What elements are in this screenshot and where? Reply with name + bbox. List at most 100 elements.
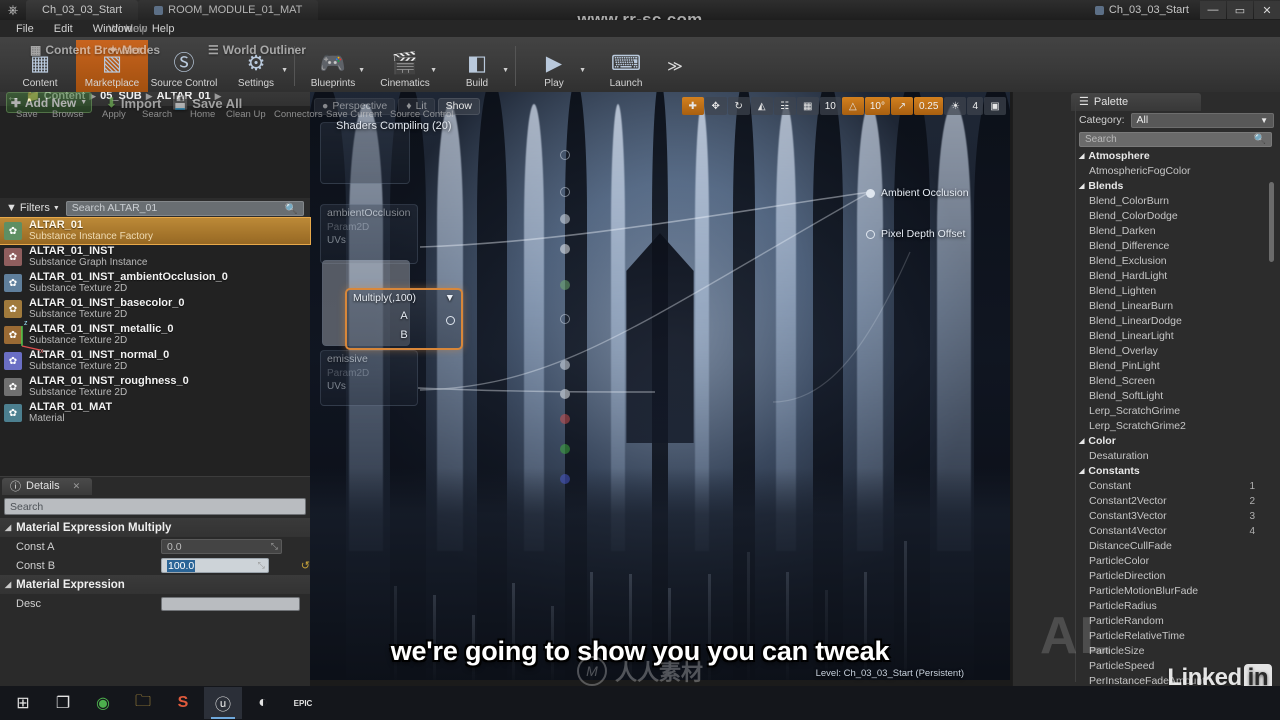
- palette-item[interactable]: Constant4Vector 4: [1079, 524, 1269, 539]
- palette-item[interactable]: Blend_ColorDodge: [1079, 209, 1269, 224]
- sub-browse[interactable]: Browse: [52, 109, 84, 120]
- graph-pin-dot[interactable]: [560, 360, 570, 370]
- graph-pin-dot[interactable]: [560, 280, 570, 290]
- tab-details[interactable]: ⓘ Details ✕: [2, 478, 92, 495]
- project-tab[interactable]: Ch_03_03_Start: [26, 0, 138, 20]
- palette-item[interactable]: Blend_PinLight: [1079, 359, 1269, 374]
- task-view-button[interactable]: ❐: [44, 687, 82, 719]
- grid-snap-icon[interactable]: ▦: [797, 97, 819, 115]
- graph-pin-dot[interactable]: [560, 444, 570, 454]
- palette-item[interactable]: DistanceCullFade: [1079, 539, 1269, 554]
- scale-snap-value[interactable]: 0.25: [914, 97, 943, 115]
- output-pin-ambient-occlusion[interactable]: Ambient Occlusion: [866, 187, 969, 199]
- angle-snap-icon[interactable]: △: [842, 97, 864, 115]
- reset-to-default-icon[interactable]: ↺: [301, 559, 310, 572]
- sub-save-current[interactable]: Save Current: [326, 109, 382, 120]
- scale-snap-icon[interactable]: ↗: [891, 97, 913, 115]
- palette-item[interactable]: Blend_Lighten: [1079, 284, 1269, 299]
- asset-list-item[interactable]: ✿ ALTAR_01_MAT Material: [0, 400, 310, 426]
- palette-item[interactable]: ParticleMotionBlurFade: [1079, 584, 1269, 599]
- graph-node-ambient-occlusion[interactable]: ambientOcclusion Param2D UVs: [320, 204, 418, 264]
- minimize-button[interactable]: —: [1200, 1, 1226, 19]
- palette-item[interactable]: Constant2Vector 2: [1079, 494, 1269, 509]
- toolbar-button-play[interactable]: ▶ Play ▼: [518, 40, 590, 92]
- category-select[interactable]: All ▼: [1131, 113, 1274, 128]
- tab-palette[interactable]: ☰ Palette: [1071, 93, 1201, 111]
- palette-group-header[interactable]: ◢ Constants: [1079, 464, 1269, 479]
- palette-item[interactable]: Lerp_ScratchGrime: [1079, 404, 1269, 419]
- desc-input[interactable]: [161, 597, 300, 611]
- palette-group-header[interactable]: ◢ Color: [1079, 434, 1269, 449]
- material-graph-overlay[interactable]: ambientOcclusion Param2D UVs emissive Pa…: [310, 92, 1010, 680]
- palette-item[interactable]: ParticleColor: [1079, 554, 1269, 569]
- multiply-input-a[interactable]: A: [347, 310, 461, 322]
- rotation-snap-value[interactable]: 10°: [865, 97, 890, 115]
- media-player-icon[interactable]: ◐: [244, 687, 282, 719]
- asset-list-item[interactable]: ✿ ALTAR_01 Substance Instance Factory: [0, 218, 310, 244]
- palette-item[interactable]: ParticleDirection: [1079, 569, 1269, 584]
- multiply-output-pin[interactable]: [446, 312, 455, 330]
- spinner-icon[interactable]: ⤡: [271, 541, 278, 552]
- output-pin-pixel-depth-offset[interactable]: Pixel Depth Offset: [866, 228, 965, 240]
- graph-pin-dot[interactable]: [560, 314, 570, 324]
- palette-item[interactable]: Constant3Vector 3: [1079, 509, 1269, 524]
- palette-item[interactable]: Blend_LinearLight: [1079, 329, 1269, 344]
- tab-modes[interactable]: ✦ Modes: [108, 43, 160, 57]
- asset-list-item[interactable]: ✿ ALTAR_01_INST_ambientOcclusion_0 Substan…: [0, 270, 310, 296]
- tab-world-outliner[interactable]: ☰ World Outliner: [208, 43, 306, 57]
- palette-item[interactable]: ParticleRelativeTime: [1079, 629, 1269, 644]
- palette-item[interactable]: Blend_LinearDodge: [1079, 314, 1269, 329]
- sub-cleanup[interactable]: Clean Up: [226, 109, 266, 120]
- palette-list[interactable]: ◢ Atmosphere AtmosphericFogColor ◢ Blends Ble…: [1079, 149, 1269, 689]
- select-icon[interactable]: ✚: [682, 97, 704, 115]
- substance-icon[interactable]: S: [164, 687, 202, 719]
- unreal-engine-icon[interactable]: ⓤ: [204, 687, 242, 719]
- graph-pin-dot[interactable]: [560, 414, 570, 424]
- menu-file[interactable]: File: [6, 23, 44, 35]
- multiply-node[interactable]: Multiply(,100) ▼ A B: [345, 288, 463, 350]
- menu-edit[interactable]: Edit: [44, 23, 83, 35]
- filters-button[interactable]: ▼ Filters ▼: [6, 202, 60, 214]
- palette-item[interactable]: Blend_LinearBurn: [1079, 299, 1269, 314]
- palette-item[interactable]: Desaturation: [1079, 449, 1269, 464]
- sub-source-control[interactable]: Source Control: [390, 109, 453, 120]
- details-search-input[interactable]: Search: [4, 498, 306, 515]
- details-section-header[interactable]: ◢ Material Expression: [0, 575, 310, 594]
- toolbar-button-launch[interactable]: ⌨ Launch: [590, 40, 662, 92]
- search-input[interactable]: Search ALTAR_01 🔍: [66, 201, 304, 216]
- spinner-icon[interactable]: ⤡: [258, 560, 265, 571]
- maximize-button[interactable]: ▭: [1227, 1, 1253, 19]
- palette-item[interactable]: ParticleSpeed: [1079, 659, 1269, 674]
- palette-item[interactable]: Blend_Screen: [1079, 374, 1269, 389]
- palette-item[interactable]: Blend_Difference: [1079, 239, 1269, 254]
- sub-connectors[interactable]: Connectors: [274, 109, 323, 120]
- file-explorer-icon[interactable]: 🗀: [124, 687, 162, 719]
- palette-item[interactable]: AtmosphericFogColor: [1079, 164, 1269, 179]
- epic-launcher-icon[interactable]: EPIC: [284, 687, 322, 719]
- palette-item[interactable]: Blend_HardLight: [1079, 269, 1269, 284]
- chrome-icon[interactable]: ◉: [84, 687, 122, 719]
- rotate-icon[interactable]: ↻: [728, 97, 750, 115]
- palette-item[interactable]: Blend_SoftLight: [1079, 389, 1269, 404]
- graph-pin-dot[interactable]: [560, 244, 570, 254]
- camera-speed-value[interactable]: 4: [967, 97, 983, 115]
- palette-item[interactable]: Blend_Overlay: [1079, 344, 1269, 359]
- property-value-input[interactable]: 0.0 ⤡: [161, 539, 282, 554]
- chevron-down-icon[interactable]: ▼: [579, 67, 586, 74]
- palette-item[interactable]: Blend_Darken: [1079, 224, 1269, 239]
- palette-search-input[interactable]: Search 🔍: [1079, 132, 1272, 147]
- property-value-input[interactable]: 100.0 ⤡: [161, 558, 269, 573]
- graph-pin-dot[interactable]: [560, 474, 570, 484]
- asset-list-item[interactable]: ✿ ALTAR_01_INST_roughness_0 Substance Text…: [0, 374, 310, 400]
- palette-item[interactable]: ParticleRadius: [1079, 599, 1269, 614]
- translate-icon[interactable]: ✥: [705, 97, 727, 115]
- material-editor-tab[interactable]: ROOM_MODULE_01_MAT: [138, 0, 318, 20]
- graph-node-emissive[interactable]: emissive Param2D UVs: [320, 350, 418, 406]
- palette-group-header[interactable]: ◢ Atmosphere: [1079, 149, 1269, 164]
- graph-pin-dot[interactable]: [560, 187, 570, 197]
- palette-scrollbar[interactable]: [1269, 182, 1274, 262]
- coordinate-icon[interactable]: ☷: [774, 97, 796, 115]
- node-pin-uvs[interactable]: UVs: [321, 234, 417, 247]
- graph-pin-dot[interactable]: [560, 214, 570, 224]
- palette-item[interactable]: Lerp_ScratchGrime2: [1079, 419, 1269, 434]
